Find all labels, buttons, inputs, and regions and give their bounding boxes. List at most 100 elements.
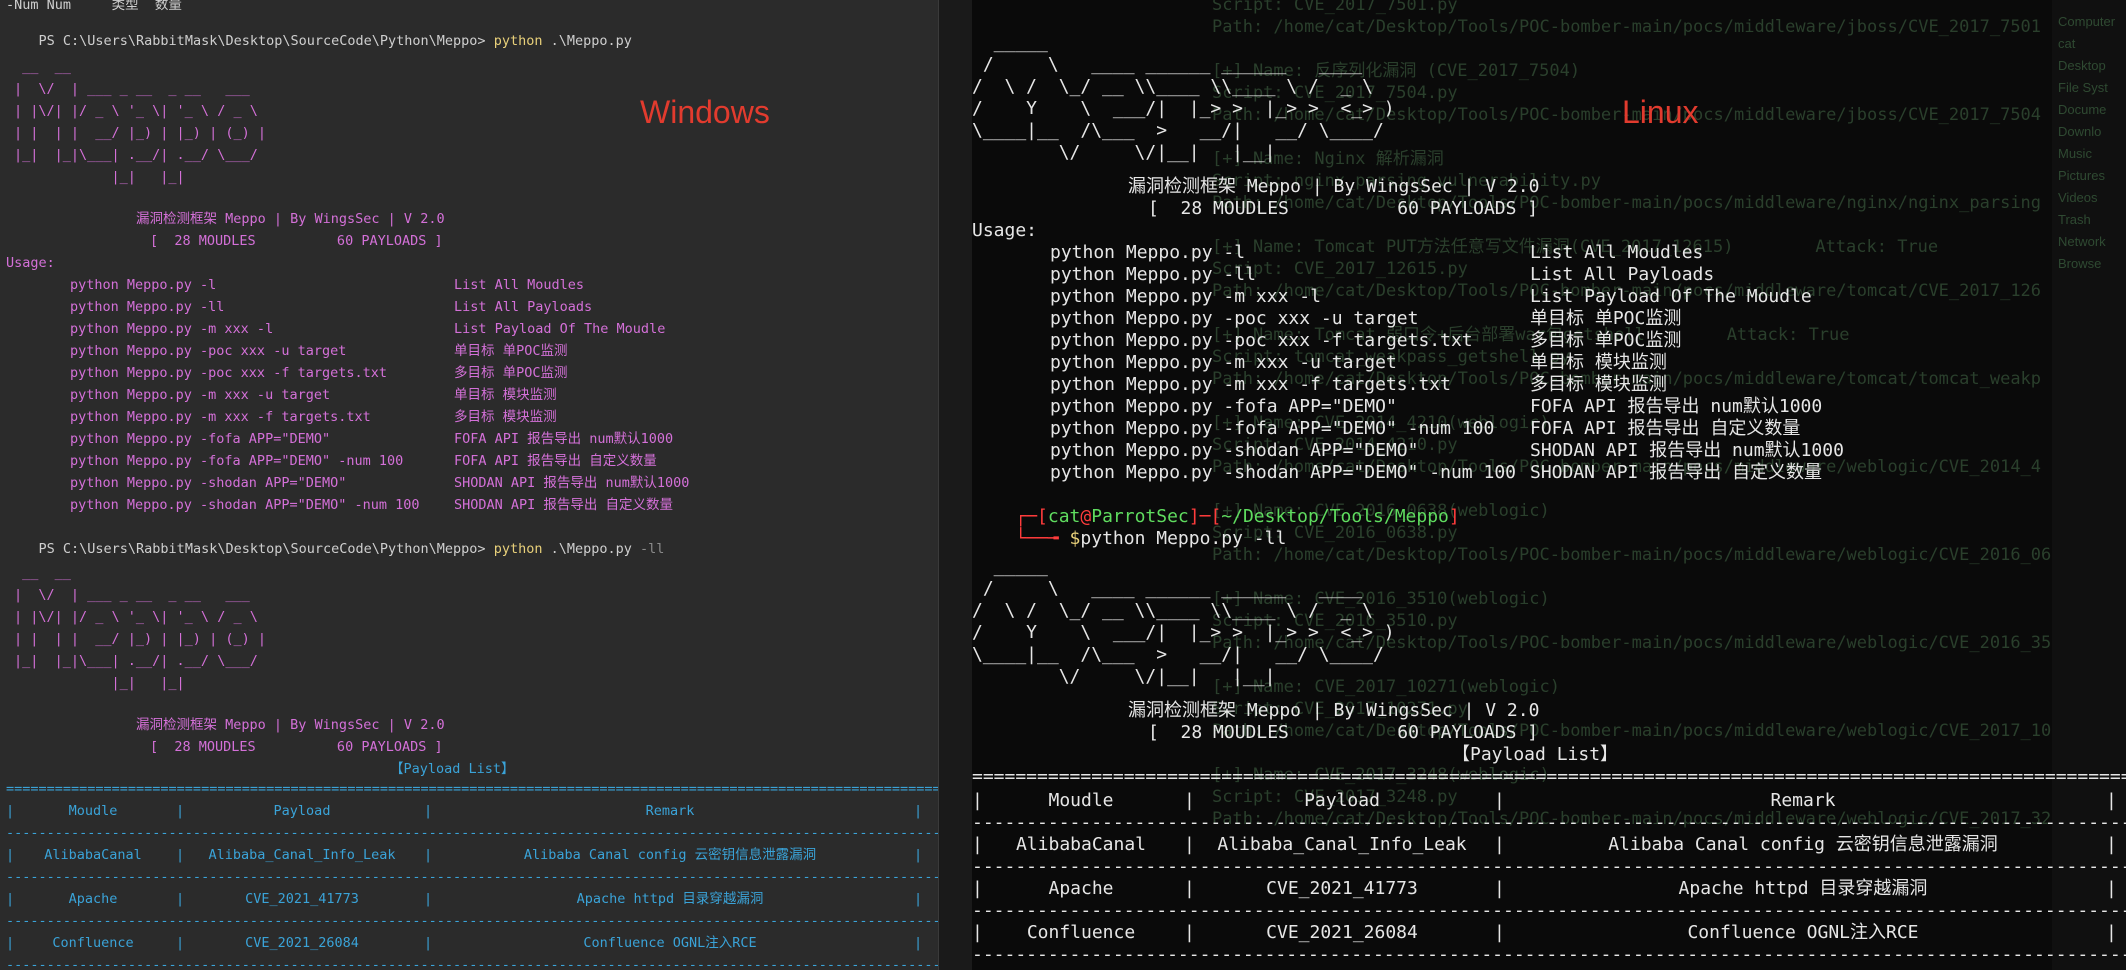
banner-line: / \ ____ ______ ______ ____ bbox=[972, 578, 1363, 599]
command-flag: -ll bbox=[640, 541, 665, 557]
table-divider: ----------------------------------------… bbox=[972, 900, 2126, 921]
usage-description: FOFA API 报告导出 num默认1000 bbox=[1530, 396, 1823, 417]
usage-command: python Meppo.py -fofa APP="DEMO" -num 10… bbox=[70, 453, 404, 469]
usage-description: List All Payloads bbox=[1530, 264, 1715, 285]
usage-description: FOFA API 报告导出 num默认1000 bbox=[454, 431, 674, 447]
table-row-payload: Alibaba_Canal_Info_Leak bbox=[208, 847, 396, 863]
counts-line: [ 28 MOUDLES 60 PAYLOADS ] bbox=[150, 233, 443, 249]
prompt-line-2: PS C:\Users\RabbitMask\Desktop\SourceCod… bbox=[6, 516, 665, 557]
parrot-prompt: ┌─[cat@ParrotSec]─[~/Desktop/Tools/Meppo… bbox=[1015, 506, 1460, 527]
parrot-command-line: └──╼ $python Meppo.py -ll bbox=[1015, 528, 1287, 549]
table-row-moudle: Apache bbox=[68, 891, 118, 907]
banner-line: | | | | __/ |_) | |_) | (_) | bbox=[14, 631, 266, 647]
banner-line: / \ ____ ______ ______ ____ bbox=[972, 54, 1363, 75]
usage-description: 单目标 模块监测 bbox=[454, 387, 557, 403]
usage-description: List All Payloads bbox=[454, 299, 593, 315]
table-header-moudle: Moudle bbox=[1048, 790, 1114, 811]
linux-terminal[interactable]: Script: CVE_2017_7501.py Path: /home/cat/… bbox=[972, 0, 2126, 970]
sidebar-ghost-item: Music bbox=[2058, 146, 2092, 161]
banner-line: __ __ bbox=[14, 565, 71, 581]
usage-description: 多目标 单POC监测 bbox=[1530, 330, 1682, 351]
table-divider: ----------------------------------------… bbox=[972, 856, 2126, 877]
usage-description: FOFA API 报告导出 自定义数量 bbox=[1530, 418, 1801, 439]
banner-line: _____ bbox=[972, 32, 1048, 53]
command-python: python bbox=[493, 541, 543, 557]
table-border: ========================================… bbox=[972, 766, 2126, 787]
table-divider: ----------------------------------------… bbox=[6, 957, 938, 970]
table-pipe: | bbox=[2106, 790, 2117, 811]
usage-description: 多目标 模块监测 bbox=[454, 409, 557, 425]
title-line: 漏洞检测框架 Meppo | By WingsSec | V 2.0 bbox=[136, 211, 445, 227]
sidebar-ghost-item: Videos bbox=[2058, 190, 2098, 205]
banner-line: \/ \/|__| |__| bbox=[972, 666, 1276, 687]
banner-line: \____|__ /\___ > __/| __/ \____/ bbox=[972, 120, 1384, 141]
windows-terminal[interactable]: -Num Num 类型 数量 PS C:\Users\RabbitMask\De… bbox=[0, 0, 938, 970]
banner-line: / Y \ ___/| |_> > |_> > <_> ) bbox=[972, 622, 1395, 643]
usage-command: python Meppo.py -poc xxx -f targets.txt bbox=[1050, 330, 1473, 351]
sidebar-ghost-item: Trash bbox=[2058, 212, 2091, 227]
table-pipe: | bbox=[2106, 834, 2117, 855]
usage-command: python Meppo.py -m xxx -f targets.txt bbox=[1050, 374, 1451, 395]
table-divider: ----------------------------------------… bbox=[6, 825, 938, 841]
usage-command: python Meppo.py -poc xxx -u target bbox=[70, 343, 347, 359]
banner-line: _____ bbox=[972, 556, 1048, 577]
usage-label: Usage: bbox=[6, 255, 55, 271]
sidebar-ghost-item: Docume bbox=[2058, 102, 2107, 117]
sidebar-ghost-item: Computer bbox=[2058, 14, 2116, 29]
table-row-moudle: AlibabaCanal bbox=[44, 847, 142, 863]
usage-description: List All Moudles bbox=[454, 277, 585, 293]
table-divider: ----------------------------------------… bbox=[6, 869, 938, 885]
table-row-payload: CVE_2021_26084 bbox=[245, 935, 359, 951]
table-row-remark: Apache httpd 目录穿越漏洞 bbox=[1678, 878, 1928, 899]
usage-description: SHODAN API 报告导出 num默认1000 bbox=[1530, 440, 1844, 461]
title-line-2: 漏洞检测框架 Meppo | By WingsSec | V 2.0 bbox=[1128, 700, 1540, 721]
table-row-moudle: Confluence bbox=[1026, 922, 1136, 943]
table-header-moudle: Moudle bbox=[68, 803, 118, 819]
sidebar-ghost-item: Downlo bbox=[2058, 124, 2102, 139]
banner-line: / \ / \_/ __ \\____ \\____ \ / _ \ bbox=[972, 76, 1373, 97]
usage-command: python Meppo.py -m xxx -u target bbox=[1050, 352, 1397, 373]
table-divider: ----------------------------------------… bbox=[972, 944, 2126, 965]
table-divider: ----------------------------------------… bbox=[972, 812, 2126, 833]
usage-command: python Meppo.py -shodan APP="DEMO" bbox=[70, 475, 347, 491]
table-header-remark: Remark bbox=[645, 803, 695, 819]
usage-command: python Meppo.py -fofa APP="DEMO" bbox=[70, 431, 331, 447]
usage-description: List All Moudles bbox=[1530, 242, 1704, 263]
command: python Meppo.py -ll bbox=[1080, 528, 1287, 549]
usage-description: 单目标 单POC监测 bbox=[454, 343, 568, 359]
banner-line: |_| |_|\___| .__/| .__/ \___/ bbox=[14, 147, 258, 163]
table-pipe: | bbox=[2106, 878, 2117, 899]
title-line: 漏洞检测框架 Meppo | By WingsSec | V 2.0 bbox=[1128, 176, 1540, 197]
usage-command: python Meppo.py -m xxx -l bbox=[70, 321, 274, 337]
usage-label: Usage: bbox=[972, 220, 1038, 241]
banner-line: | \/ | ___ _ __ _ __ ___ bbox=[14, 81, 250, 97]
sidebar-ghost-item: Desktop bbox=[2058, 58, 2106, 73]
usage-command: python Meppo.py -m xxx -u target bbox=[70, 387, 331, 403]
table-pipe: | bbox=[914, 803, 923, 819]
usage-description: 多目标 模块监测 bbox=[1530, 374, 1667, 395]
table-row-remark: Alibaba Canal config 云密钥信息泄露漏洞 bbox=[1608, 834, 1998, 855]
usage-command: python Meppo.py -ll bbox=[1050, 264, 1256, 285]
table-row-payload: Alibaba_Canal_Info_Leak bbox=[1217, 834, 1467, 855]
banner-line: \/ \/|__| |__| bbox=[972, 142, 1276, 163]
windows-label: Windows bbox=[640, 94, 770, 130]
table-pipe: | bbox=[914, 891, 923, 907]
table-row-payload: CVE_2021_41773 bbox=[245, 891, 359, 907]
payload-list-title: 【Payload List】 bbox=[1452, 744, 1619, 765]
sidebar-ghost-item: Pictures bbox=[2058, 168, 2105, 183]
banner-line: | |\/| |/ _ \ '_ \| '_ \ / _ \ bbox=[14, 609, 258, 625]
counts-line: [ 28 MOUDLES 60 PAYLOADS ] bbox=[1148, 198, 1539, 219]
usage-command: python Meppo.py -l bbox=[1050, 242, 1246, 263]
table-row-moudle: Apache bbox=[1048, 878, 1114, 899]
counts-line-2: [ 28 MOUDLES 60 PAYLOADS ] bbox=[1148, 722, 1539, 743]
usage-command: python Meppo.py -fofa APP="DEMO" -num 10… bbox=[1050, 418, 1495, 439]
payload-list-title: 【Payload List】 bbox=[390, 761, 515, 777]
banner-line: | | | | __/ |_) | |_) | (_) | bbox=[14, 125, 266, 141]
banner-line: |_| |_| bbox=[14, 169, 185, 185]
usage-description: 单目标 单POC监测 bbox=[1530, 308, 1682, 329]
usage-command: python Meppo.py -m xxx -f targets.txt bbox=[70, 409, 371, 425]
banner-line: / Y \ ___/| |_> > |_> > <_> ) bbox=[972, 98, 1395, 119]
usage-description: SHODAN API 报告导出 自定义数量 bbox=[1530, 462, 1823, 483]
command-arg: .\Meppo.py bbox=[550, 541, 632, 557]
ghost-line: Path: /home/cat/Desktop/Tools/POC-bomber… bbox=[1212, 17, 2042, 37]
